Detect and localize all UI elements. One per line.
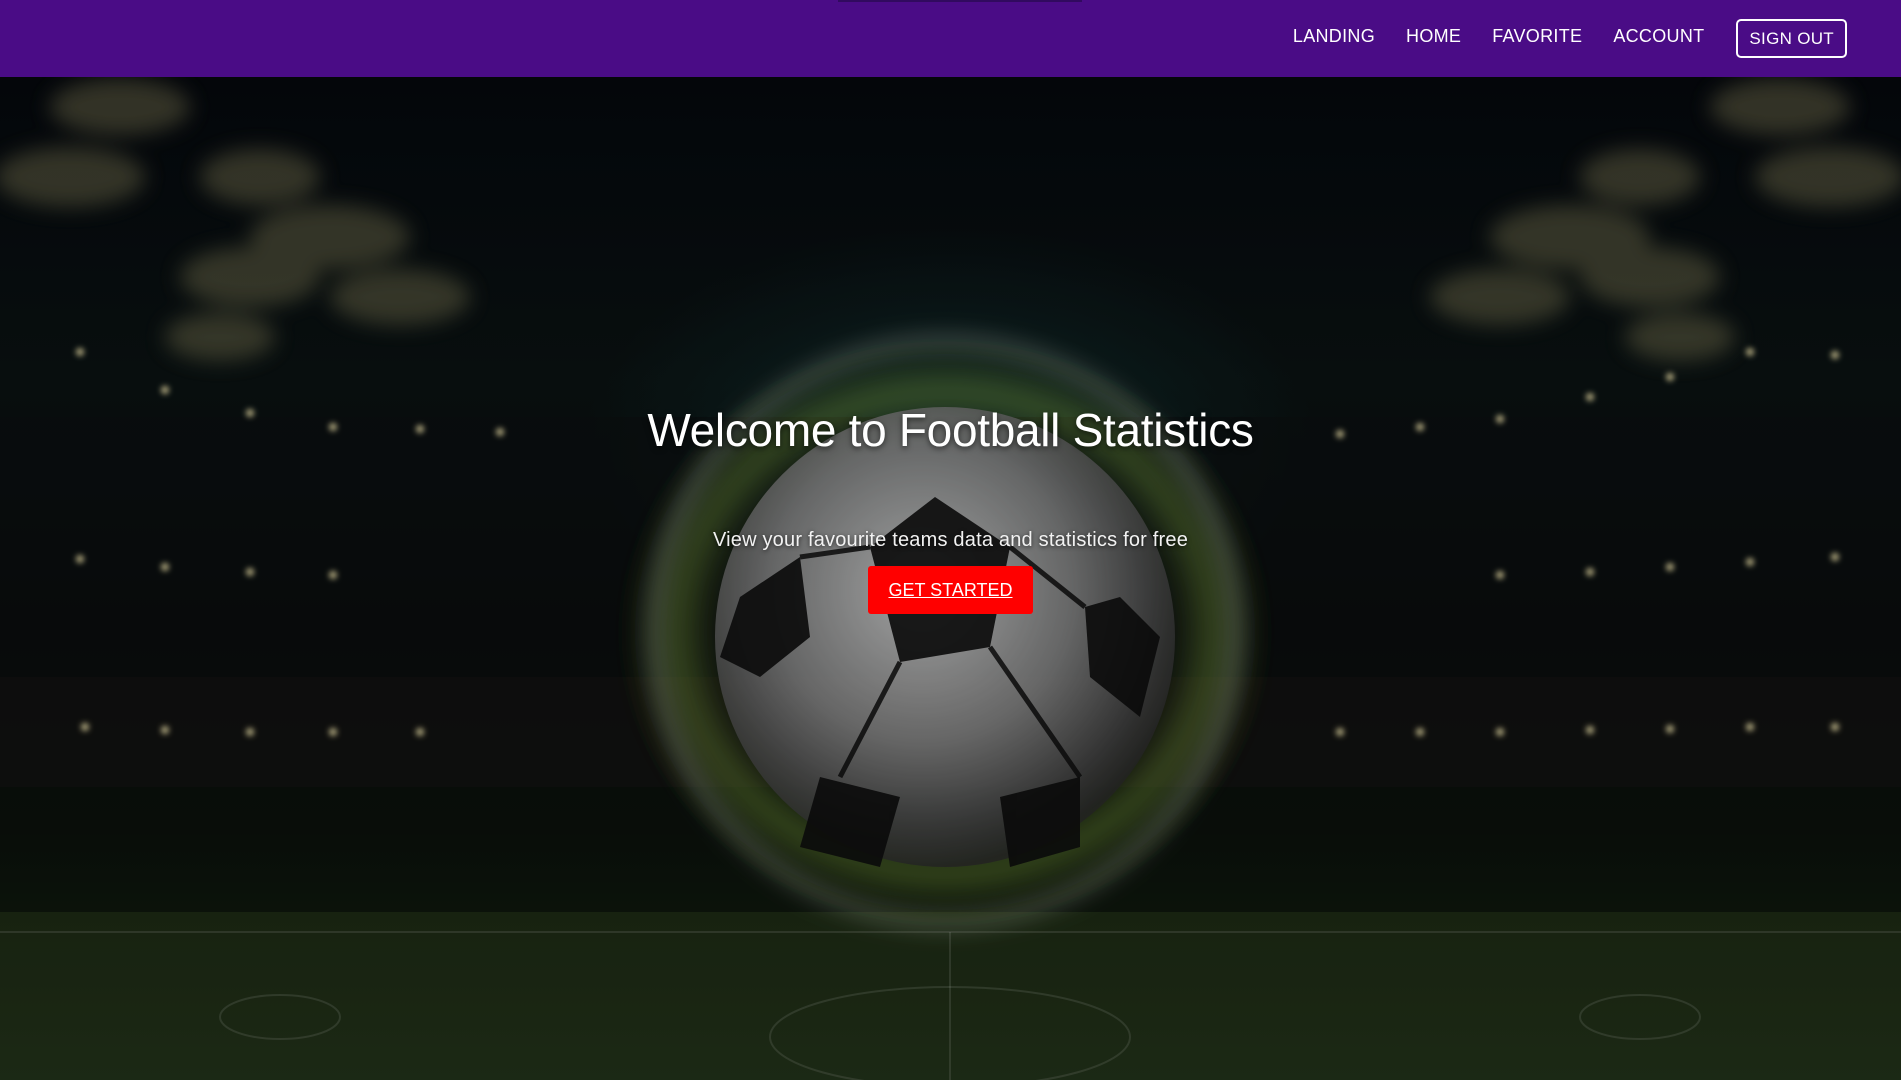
top-navbar: LANDING HOME FAVORITE ACCOUNT SIGN OUT: [0, 0, 1901, 77]
nav-link-landing[interactable]: LANDING: [1293, 26, 1375, 47]
get-started-button[interactable]: GET STARTED: [868, 566, 1033, 614]
hero-content: Welcome to Football Statistics View your…: [0, 77, 1901, 1080]
sign-out-button[interactable]: SIGN OUT: [1736, 19, 1847, 58]
nav-link-home[interactable]: HOME: [1406, 26, 1461, 47]
hero-subtitle: View your favourite teams data and stati…: [712, 529, 1189, 551]
hero-section: Welcome to Football Statistics View your…: [0, 77, 1901, 1080]
hero-title: Welcome to Football Statistics: [647, 404, 1254, 456]
nav-link-favorite[interactable]: FAVORITE: [1492, 26, 1582, 47]
nav-links: LANDING HOME FAVORITE ACCOUNT: [1293, 26, 1705, 47]
nav-link-account[interactable]: ACCOUNT: [1613, 26, 1704, 47]
nav-top-indicator: [838, 0, 1082, 2]
